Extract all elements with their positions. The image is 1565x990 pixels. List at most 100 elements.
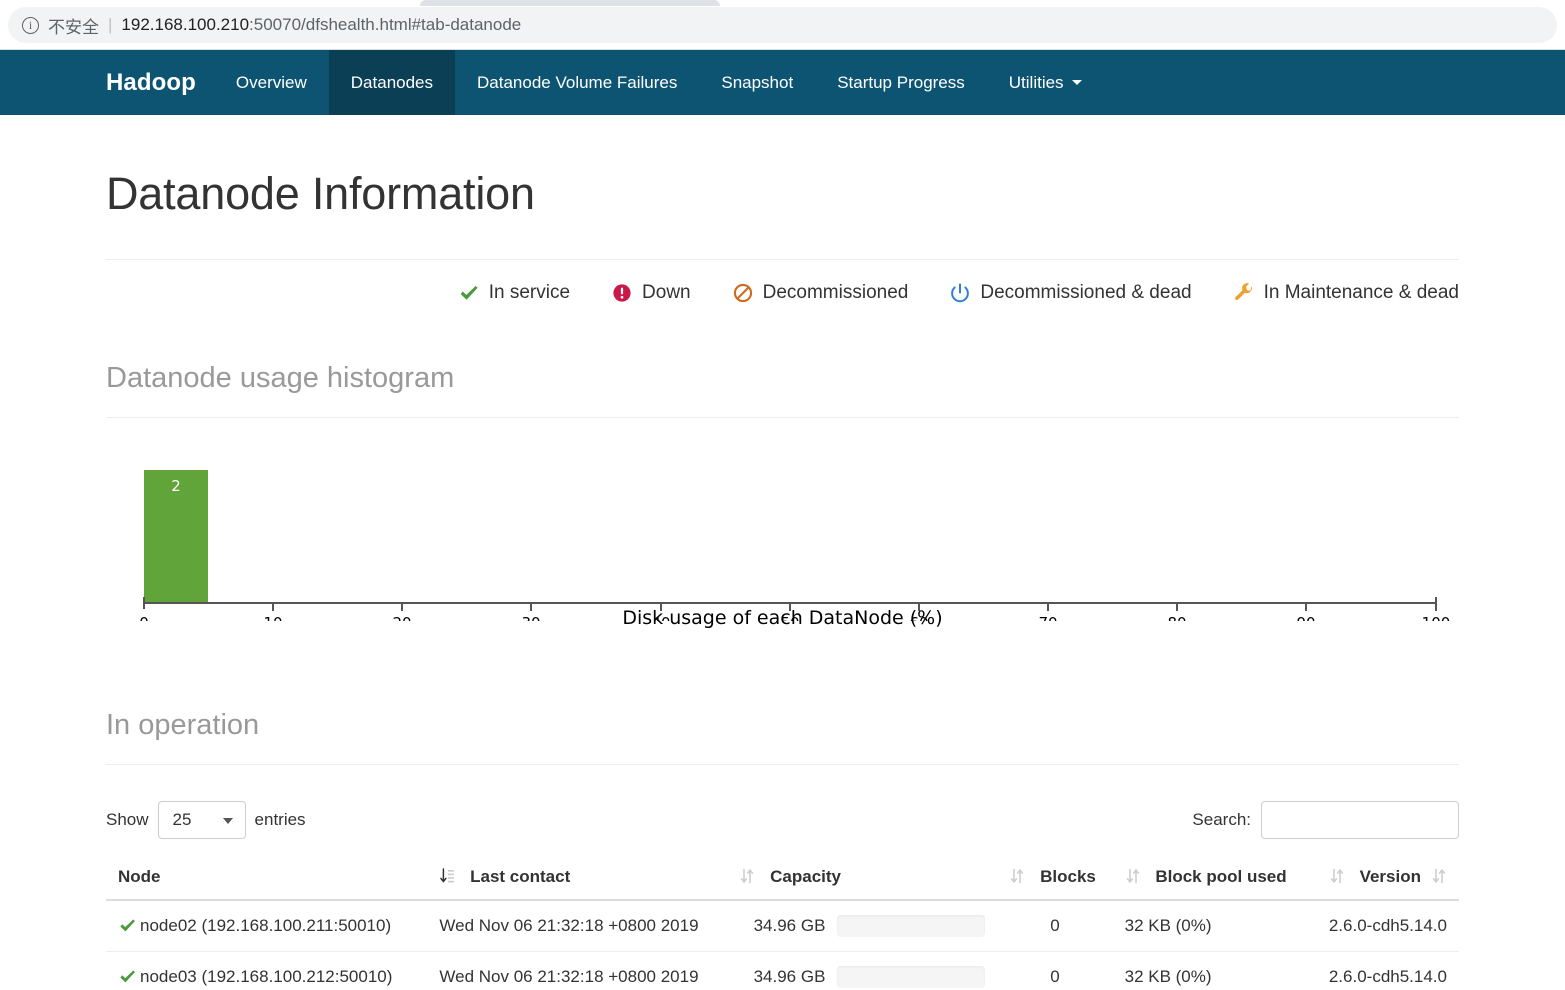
cell-capacity: 34.96 GB: [727, 899, 998, 952]
nav-label-startup-progress: Startup Progress: [837, 72, 965, 92]
browser-chrome: i 不安全 | 192.168.100.210:50070/dfshealth.…: [0, 0, 1565, 50]
in-operation-divider: [106, 763, 1459, 765]
node-link[interactable]: node02 (192.168.100.211:50010): [140, 916, 391, 936]
nav-item-overview[interactable]: Overview: [214, 50, 329, 115]
histogram-bar-label-0: 2: [171, 477, 181, 495]
cell-capacity: 34.96 GB: [727, 951, 998, 990]
chevron-down-icon: [1071, 80, 1082, 85]
check-icon: [120, 970, 135, 983]
table-header-row: Node Last contact Capacity Blocks Block …: [106, 856, 1459, 901]
sort-both-icon: [1011, 868, 1024, 883]
brand-hadoop[interactable]: Hadoop: [106, 50, 214, 115]
datanodes-table: Node Last contact Capacity Blocks Block …: [106, 856, 1459, 990]
chevron-down-icon: [222, 817, 233, 824]
legend-label-decommissioned: Decommissioned: [762, 281, 909, 303]
nav-item-startup-progress[interactable]: Startup Progress: [815, 50, 987, 115]
column-label-blocks: Blocks: [1040, 866, 1096, 886]
cell-blocks: 0: [997, 899, 1113, 952]
security-status-label: 不安全: [48, 17, 99, 37]
legend-label-decommissioned-dead: Decommissioned & dead: [980, 281, 1192, 303]
power-icon: [951, 282, 970, 302]
cell-version: 2.6.0-cdh5.14.0: [1316, 951, 1459, 990]
check-icon: [120, 919, 135, 932]
datanode-usage-histogram: 2 0 10 20 30 40: [106, 436, 1459, 651]
column-header-node[interactable]: Node: [106, 856, 428, 901]
search-label: Search:: [1192, 809, 1251, 829]
search-input[interactable]: [1261, 800, 1459, 839]
column-label-last-contact: Last contact: [470, 866, 571, 886]
page-length-control: Show 25 entries: [106, 800, 306, 839]
table-controls: Show 25 entries Search:: [106, 800, 1459, 839]
browser-tab-stub[interactable]: [420, 0, 720, 6]
entries-label: entries: [254, 809, 306, 829]
legend-label-in-maintenance-dead: In Maintenance & dead: [1263, 281, 1459, 303]
page-length-select[interactable]: 25: [157, 800, 246, 839]
cell-blocks: 0: [997, 951, 1113, 990]
cell-node: node03 (192.168.100.212:50010): [106, 951, 428, 990]
column-header-last-contact[interactable]: Last contact: [427, 856, 728, 901]
column-label-block-pool-used: Block pool used: [1155, 866, 1287, 886]
sort-both-icon: [741, 868, 754, 883]
url-path: :50070/dfshealth.html#tab-datanode: [249, 15, 522, 34]
capacity-value: 34.96 GB: [753, 966, 826, 986]
legend-item-down: Down: [611, 282, 691, 304]
sort-both-icon: [1432, 868, 1446, 883]
legend-item-in-maintenance-dead: In Maintenance & dead: [1233, 282, 1459, 304]
column-header-blocks[interactable]: Blocks: [997, 856, 1113, 901]
site-info-icon[interactable]: i: [22, 16, 39, 34]
node-link[interactable]: node03 (192.168.100.212:50010): [140, 967, 392, 987]
column-header-version[interactable]: Version: [1316, 856, 1459, 901]
column-label-version: Version: [1359, 866, 1421, 886]
page-content: Datanode Information In service Down Dec…: [0, 169, 1565, 990]
nav-label-utilities: Utilities: [1008, 72, 1064, 92]
url-host: 192.168.100.210: [121, 15, 250, 34]
wrench-icon: [1234, 282, 1252, 300]
table-row[interactable]: node03 (192.168.100.212:50010) Wed Nov 0…: [106, 951, 1459, 990]
legend-item-decommissioned: Decommissioned: [732, 281, 909, 304]
nav-label-overview: Overview: [235, 72, 307, 92]
nav-item-datanodes[interactable]: Datanodes: [328, 50, 456, 115]
table-search-control: Search:: [1192, 800, 1459, 839]
main-navbar: Hadoop Overview Datanodes Datanode Volum…: [0, 50, 1565, 115]
nav-label-datanode-volume-failures: Datanode Volume Failures: [477, 72, 678, 92]
sort-both-icon: [1330, 868, 1343, 883]
ban-icon: [733, 283, 752, 302]
cell-last-contact: Wed Nov 06 21:32:18 +0800 2019: [427, 951, 728, 990]
table-row[interactable]: node02 (192.168.100.211:50010) Wed Nov 0…: [106, 899, 1459, 952]
sort-desc-icon: [440, 867, 455, 882]
legend-label-in-service: In service: [488, 281, 571, 303]
page-length-value: 25: [172, 809, 192, 829]
histogram-x-axis-label: Disk usage of each DataNode (%): [622, 606, 943, 629]
nav-label-datanodes: Datanodes: [350, 72, 434, 92]
page-title: Datanode Information: [106, 168, 535, 219]
column-label-capacity: Capacity: [770, 866, 842, 886]
capacity-progress-bar: [837, 914, 986, 937]
column-header-block-pool-used[interactable]: Block pool used: [1112, 856, 1317, 901]
cell-last-contact: Wed Nov 06 21:32:18 +0800 2019: [427, 899, 728, 952]
cell-block-pool-used: 32 KB (0%): [1112, 899, 1317, 952]
histogram-heading: Datanode usage histogram: [106, 361, 455, 394]
histogram-svg: 2 0 10 20 30 40: [139, 469, 1450, 621]
check-icon: [460, 285, 478, 300]
datanodes-table-head: Node Last contact Capacity Blocks Block …: [106, 856, 1459, 901]
nav-item-datanode-volume-failures[interactable]: Datanode Volume Failures: [455, 50, 699, 115]
column-label-node: Node: [118, 866, 161, 886]
datanodes-table-body: node02 (192.168.100.211:50010) Wed Nov 0…: [106, 899, 1459, 990]
exclamation-circle-icon: [613, 283, 631, 302]
in-operation-heading: In operation: [106, 708, 260, 741]
status-legend: In service Down Decommissioned Decommiss…: [106, 282, 1459, 304]
address-separator: |: [108, 15, 113, 34]
capacity-value: 34.96 GB: [753, 915, 826, 935]
cell-version: 2.6.0-cdh5.14.0: [1316, 899, 1459, 952]
nav-label-snapshot: Snapshot: [721, 72, 794, 92]
title-divider: [106, 258, 1459, 260]
column-header-capacity[interactable]: Capacity: [727, 856, 998, 901]
histogram-divider: [106, 416, 1459, 418]
legend-item-in-service: In service: [458, 282, 570, 304]
address-bar[interactable]: i 不安全 | 192.168.100.210:50070/dfshealth.…: [8, 7, 1557, 43]
capacity-progress-bar: [837, 965, 986, 988]
nav-item-snapshot[interactable]: Snapshot: [699, 50, 815, 115]
sort-both-icon: [1126, 868, 1139, 883]
legend-item-decommissioned-dead: Decommissioned & dead: [949, 281, 1192, 304]
nav-item-utilities[interactable]: Utilities: [987, 50, 1104, 115]
